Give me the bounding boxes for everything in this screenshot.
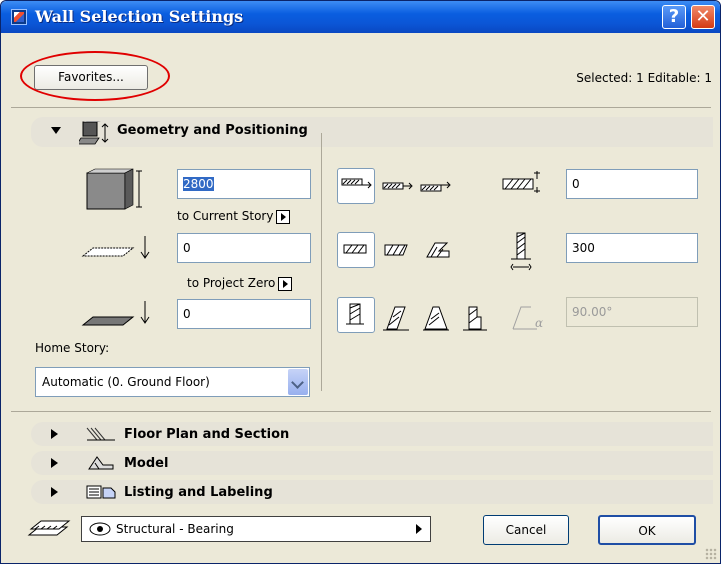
- home-story-select[interactable]: Automatic (0. Ground Floor): [35, 367, 310, 397]
- wall-settings-dialog: Wall Selection Settings ? ✕ Favorites...…: [0, 0, 721, 564]
- angle-symbol: α: [535, 316, 543, 330]
- wall-straight-button[interactable]: [337, 232, 375, 268]
- ref-line-inside-icon[interactable]: [419, 179, 455, 199]
- dropdown-arrow-icon[interactable]: [288, 369, 308, 395]
- wall-straight-icon: [343, 244, 367, 254]
- base-offset-icon: [81, 236, 150, 259]
- top-link-arrow-icon[interactable]: [276, 209, 291, 224]
- top-link-row[interactable]: to Current Story: [177, 209, 291, 224]
- layer-select[interactable]: Structural - Bearing: [81, 516, 431, 542]
- top-link-label: to Current Story: [177, 209, 274, 223]
- window-title: Wall Selection Settings: [35, 7, 244, 26]
- base-offset-input[interactable]: 0: [177, 233, 311, 263]
- bottom-elevation-icon: [81, 301, 150, 326]
- angle-icon: α: [512, 306, 543, 330]
- eye-icon[interactable]: [88, 521, 112, 537]
- wall-vertical-button[interactable]: [337, 297, 375, 333]
- ref-offset-icon: [502, 171, 540, 193]
- base-link-label: to Project Zero: [187, 276, 276, 290]
- archicad-app-icon: [11, 9, 27, 25]
- title-bar[interactable]: Wall Selection Settings ? ✕: [1, 1, 720, 33]
- geometry-icon: [79, 121, 109, 145]
- cancel-button[interactable]: Cancel: [483, 515, 569, 545]
- angle-input[interactable]: 90.00°: [566, 297, 698, 327]
- ref-line-outside-icon: [341, 178, 372, 189]
- section-model-title: Model: [124, 456, 169, 471]
- wall-height-input[interactable]: 2800: [177, 169, 311, 199]
- wall-thickness-icon: [510, 232, 532, 271]
- bottom-elevation-input[interactable]: 0: [177, 299, 311, 329]
- selection-info: Selected: 1 Editable: 1: [576, 71, 712, 85]
- section-listing-title: Listing and Labeling: [124, 485, 273, 500]
- resize-grip[interactable]: [705, 548, 717, 560]
- layer-stack-icon: [27, 520, 71, 536]
- layer-value: Structural - Bearing: [116, 522, 234, 536]
- layer-menu-arrow-icon[interactable]: [416, 524, 422, 534]
- model-icon: [88, 456, 114, 470]
- wall-double-slanted-icon[interactable]: [421, 303, 455, 333]
- wall-profiled-icon[interactable]: [459, 303, 493, 333]
- ok-button[interactable]: OK: [598, 515, 696, 545]
- home-story-label: Home Story:: [35, 341, 110, 355]
- section-floor-plan-title: Floor Plan and Section: [124, 427, 290, 442]
- listing-icon: [86, 485, 116, 499]
- help-button[interactable]: ?: [662, 5, 686, 29]
- wall-slanted-icon[interactable]: [381, 303, 415, 333]
- annotation-ellipse: [20, 51, 170, 101]
- ref-line-outside-button[interactable]: [337, 168, 375, 204]
- base-link-row[interactable]: to Project Zero: [187, 276, 293, 291]
- wall-trapezoid-icon[interactable]: [383, 241, 413, 261]
- divider: [11, 107, 711, 108]
- divider: [11, 411, 711, 412]
- height-value: 2800: [183, 177, 214, 191]
- collapsed-triangle-icon: [51, 458, 58, 468]
- ref-offset-input[interactable]: 0: [566, 169, 698, 199]
- wall-polygonal-icon[interactable]: [423, 239, 453, 261]
- column-divider: [321, 133, 322, 391]
- base-link-arrow-icon[interactable]: [278, 276, 293, 291]
- home-story-value: Automatic (0. Ground Floor): [42, 375, 210, 389]
- wall-height-icon: [86, 168, 142, 210]
- close-button[interactable]: ✕: [691, 5, 715, 29]
- section-geometry-title: Geometry and Positioning: [117, 123, 308, 138]
- wall-vertical-icon: [346, 303, 364, 325]
- collapsed-triangle-icon: [51, 487, 58, 497]
- expanded-triangle-icon: [51, 127, 61, 134]
- collapsed-triangle-icon: [51, 429, 58, 439]
- floor-plan-icon: [86, 427, 115, 441]
- ref-line-center-icon[interactable]: [381, 177, 417, 197]
- wall-thickness-input[interactable]: 300: [566, 233, 698, 263]
